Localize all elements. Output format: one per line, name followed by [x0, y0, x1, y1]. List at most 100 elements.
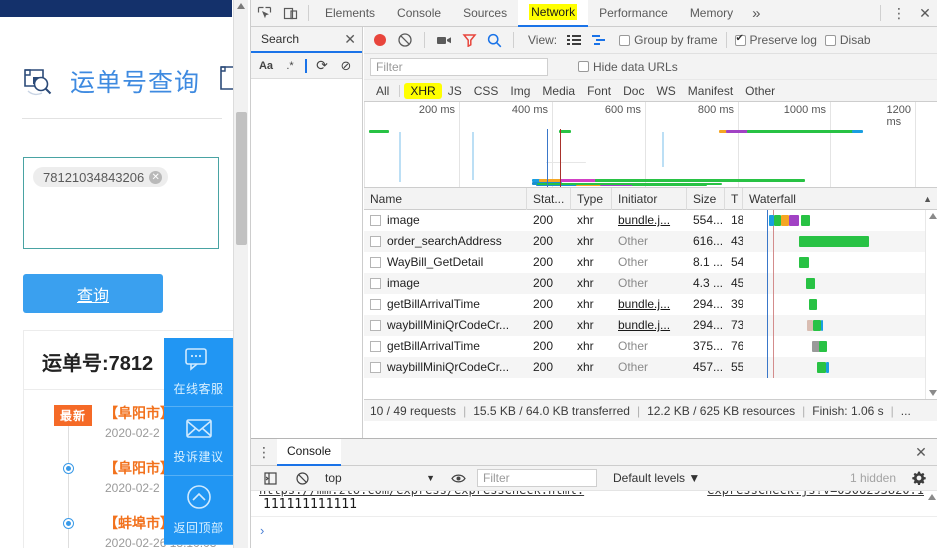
search-drawer-tools: Aa .* ⟳ ⊘	[251, 53, 362, 79]
type-filter-manifest[interactable]: Manifest	[682, 83, 739, 99]
cell-initiator[interactable]: bundle.j...	[612, 210, 687, 231]
tab-elements[interactable]: Elements	[314, 0, 386, 27]
camera-icon[interactable]	[433, 29, 455, 51]
waterfall-view-icon[interactable]	[588, 29, 610, 51]
table-row[interactable]: image 200 xhr Other 4.3 ... 45	[364, 273, 937, 294]
column-initiator[interactable]: Initiator	[612, 187, 687, 210]
scroll-up-arrow-icon[interactable]	[929, 213, 937, 219]
disable-cache-checkbox[interactable]	[824, 34, 836, 46]
cell-initiator[interactable]: bundle.j...	[612, 294, 687, 315]
tab-performance[interactable]: Performance	[588, 0, 679, 27]
more-tabs-icon[interactable]: »	[744, 5, 768, 22]
type-filter-img[interactable]: Img	[504, 83, 536, 99]
type-filter-other[interactable]: Other	[739, 83, 781, 99]
table-row[interactable]: order_searchAddress 200 xhr Other 616...…	[364, 231, 937, 252]
preserve-log-checkbox[interactable]	[734, 33, 746, 46]
table-row[interactable]: image 200 xhr bundle.j... 554... 18	[364, 210, 937, 231]
group-by-frame-checkbox[interactable]	[619, 34, 631, 46]
gear-icon[interactable]	[906, 465, 932, 491]
sort-arrow-icon[interactable]: ▲	[923, 188, 932, 210]
refresh-icon[interactable]: ⟳	[311, 56, 333, 76]
row-checkbox[interactable]	[370, 236, 381, 247]
tab-memory[interactable]: Memory	[679, 0, 744, 27]
console-log-source-file[interactable]: expressCheck.js?v=0506295820:1	[707, 491, 924, 497]
group-by-frame-row[interactable]: Group by frame	[619, 33, 718, 47]
inspect-element-icon[interactable]	[251, 0, 277, 26]
table-row[interactable]: waybillMiniQrCodeCr... 200 xhr Other 457…	[364, 357, 937, 378]
row-checkbox[interactable]	[370, 215, 381, 226]
query-button[interactable]: 查询	[23, 274, 163, 313]
console-filter-input[interactable]: Filter	[477, 469, 597, 487]
hide-data-urls-row[interactable]: Hide data URLs	[578, 60, 678, 74]
row-checkbox[interactable]	[370, 257, 381, 268]
cell-initiator[interactable]: bundle.j...	[612, 315, 687, 336]
preserve-log-row[interactable]: Preserve log	[734, 33, 817, 47]
type-filter-js[interactable]: JS	[442, 83, 468, 99]
tab-network[interactable]: Network	[518, 0, 589, 27]
table-row[interactable]: WayBill_GetDetail 200 xhr Other 8.1 ... …	[364, 252, 937, 273]
row-checkbox[interactable]	[370, 341, 381, 352]
column-status[interactable]: Stat...	[527, 187, 571, 210]
console-scrollbar[interactable]	[926, 491, 937, 547]
scroll-up-arrow-icon[interactable]	[928, 494, 936, 500]
console-close-icon[interactable]: ✕	[908, 439, 934, 465]
tab-console[interactable]: Console	[386, 0, 452, 27]
table-row[interactable]: waybillMiniQrCodeCr... 200 xhr bundle.j.…	[364, 315, 937, 336]
table-scrollbar[interactable]	[925, 210, 937, 399]
column-size[interactable]: Size	[687, 187, 725, 210]
list-view-icon[interactable]	[563, 29, 585, 51]
remove-tag-icon[interactable]: ✕	[149, 170, 163, 184]
search-icon[interactable]	[483, 29, 505, 51]
row-checkbox[interactable]	[370, 299, 381, 310]
type-filter-media[interactable]: Media	[536, 83, 581, 99]
column-waterfall[interactable]: Waterfall	[749, 188, 796, 210]
scroll-up-arrow-icon[interactable]	[237, 3, 245, 9]
disable-cache-row[interactable]: Disab	[824, 33, 871, 47]
row-checkbox[interactable]	[370, 278, 381, 289]
console-sidebar-icon[interactable]	[257, 465, 283, 491]
type-filter-ws[interactable]: WS	[650, 83, 681, 99]
type-filter-css[interactable]: CSS	[468, 83, 505, 99]
waybill-input-box[interactable]: 78121034843206 ✕	[23, 157, 219, 249]
console-clear-icon[interactable]	[289, 465, 315, 491]
column-type[interactable]: Type	[571, 187, 612, 210]
search-text-cursor[interactable]	[305, 58, 307, 73]
cell-size: 554...	[693, 213, 724, 227]
filter-funnel-icon[interactable]	[458, 29, 480, 51]
devtools-close-icon[interactable]: ✕	[912, 0, 937, 26]
type-filter-all[interactable]: All	[370, 83, 395, 99]
column-time[interactable]: T	[725, 187, 743, 210]
console-levels-dropdown[interactable]: Default levels ▼	[613, 471, 700, 485]
tab-sources[interactable]: Sources	[452, 0, 518, 27]
row-checkbox[interactable]	[370, 320, 381, 331]
search-drawer-close-icon[interactable]: ✕	[344, 31, 356, 48]
page-scrollbar[interactable]	[233, 0, 248, 548]
live-expression-icon[interactable]	[445, 465, 471, 491]
clear-search-icon[interactable]: ⊘	[335, 56, 357, 76]
back-to-top-button[interactable]: 返回顶部	[164, 476, 233, 545]
online-service-button[interactable]: 在线客服	[164, 338, 233, 407]
scrollbar-thumb[interactable]	[236, 112, 247, 245]
tab-console-drawer[interactable]: Console	[277, 438, 342, 466]
complaint-button[interactable]: 投诉建议	[164, 407, 233, 476]
table-row[interactable]: getBillArrivalTime 200 xhr Other 375... …	[364, 336, 937, 357]
match-case-icon[interactable]: Aa	[255, 56, 277, 76]
type-filter-xhr[interactable]: XHR	[404, 82, 442, 99]
record-button-icon[interactable]	[369, 29, 391, 51]
clear-icon[interactable]	[394, 29, 416, 51]
device-toolbar-icon[interactable]	[277, 0, 303, 26]
console-menu-icon[interactable]: ⋮	[251, 439, 277, 465]
scroll-down-arrow-icon[interactable]	[929, 390, 937, 396]
network-filter-input[interactable]: Filter	[370, 57, 548, 76]
console-prompt-icon[interactable]: ›	[260, 523, 264, 538]
type-filter-font[interactable]: Font	[581, 83, 617, 99]
network-overview-timeline[interactable]: 200 ms 400 ms 600 ms 800 ms 1000 ms 1200…	[364, 102, 937, 188]
column-name[interactable]: Name	[364, 187, 527, 210]
regex-icon[interactable]: .*	[279, 56, 301, 76]
devtools-menu-icon[interactable]: ⋮	[886, 0, 912, 26]
row-checkbox[interactable]	[370, 362, 381, 373]
console-context-selector[interactable]: top ▼	[321, 469, 439, 487]
type-filter-doc[interactable]: Doc	[617, 83, 650, 99]
table-row[interactable]: getBillArrivalTime 200 xhr bundle.j... 2…	[364, 294, 937, 315]
hide-data-urls-checkbox[interactable]	[578, 61, 589, 72]
